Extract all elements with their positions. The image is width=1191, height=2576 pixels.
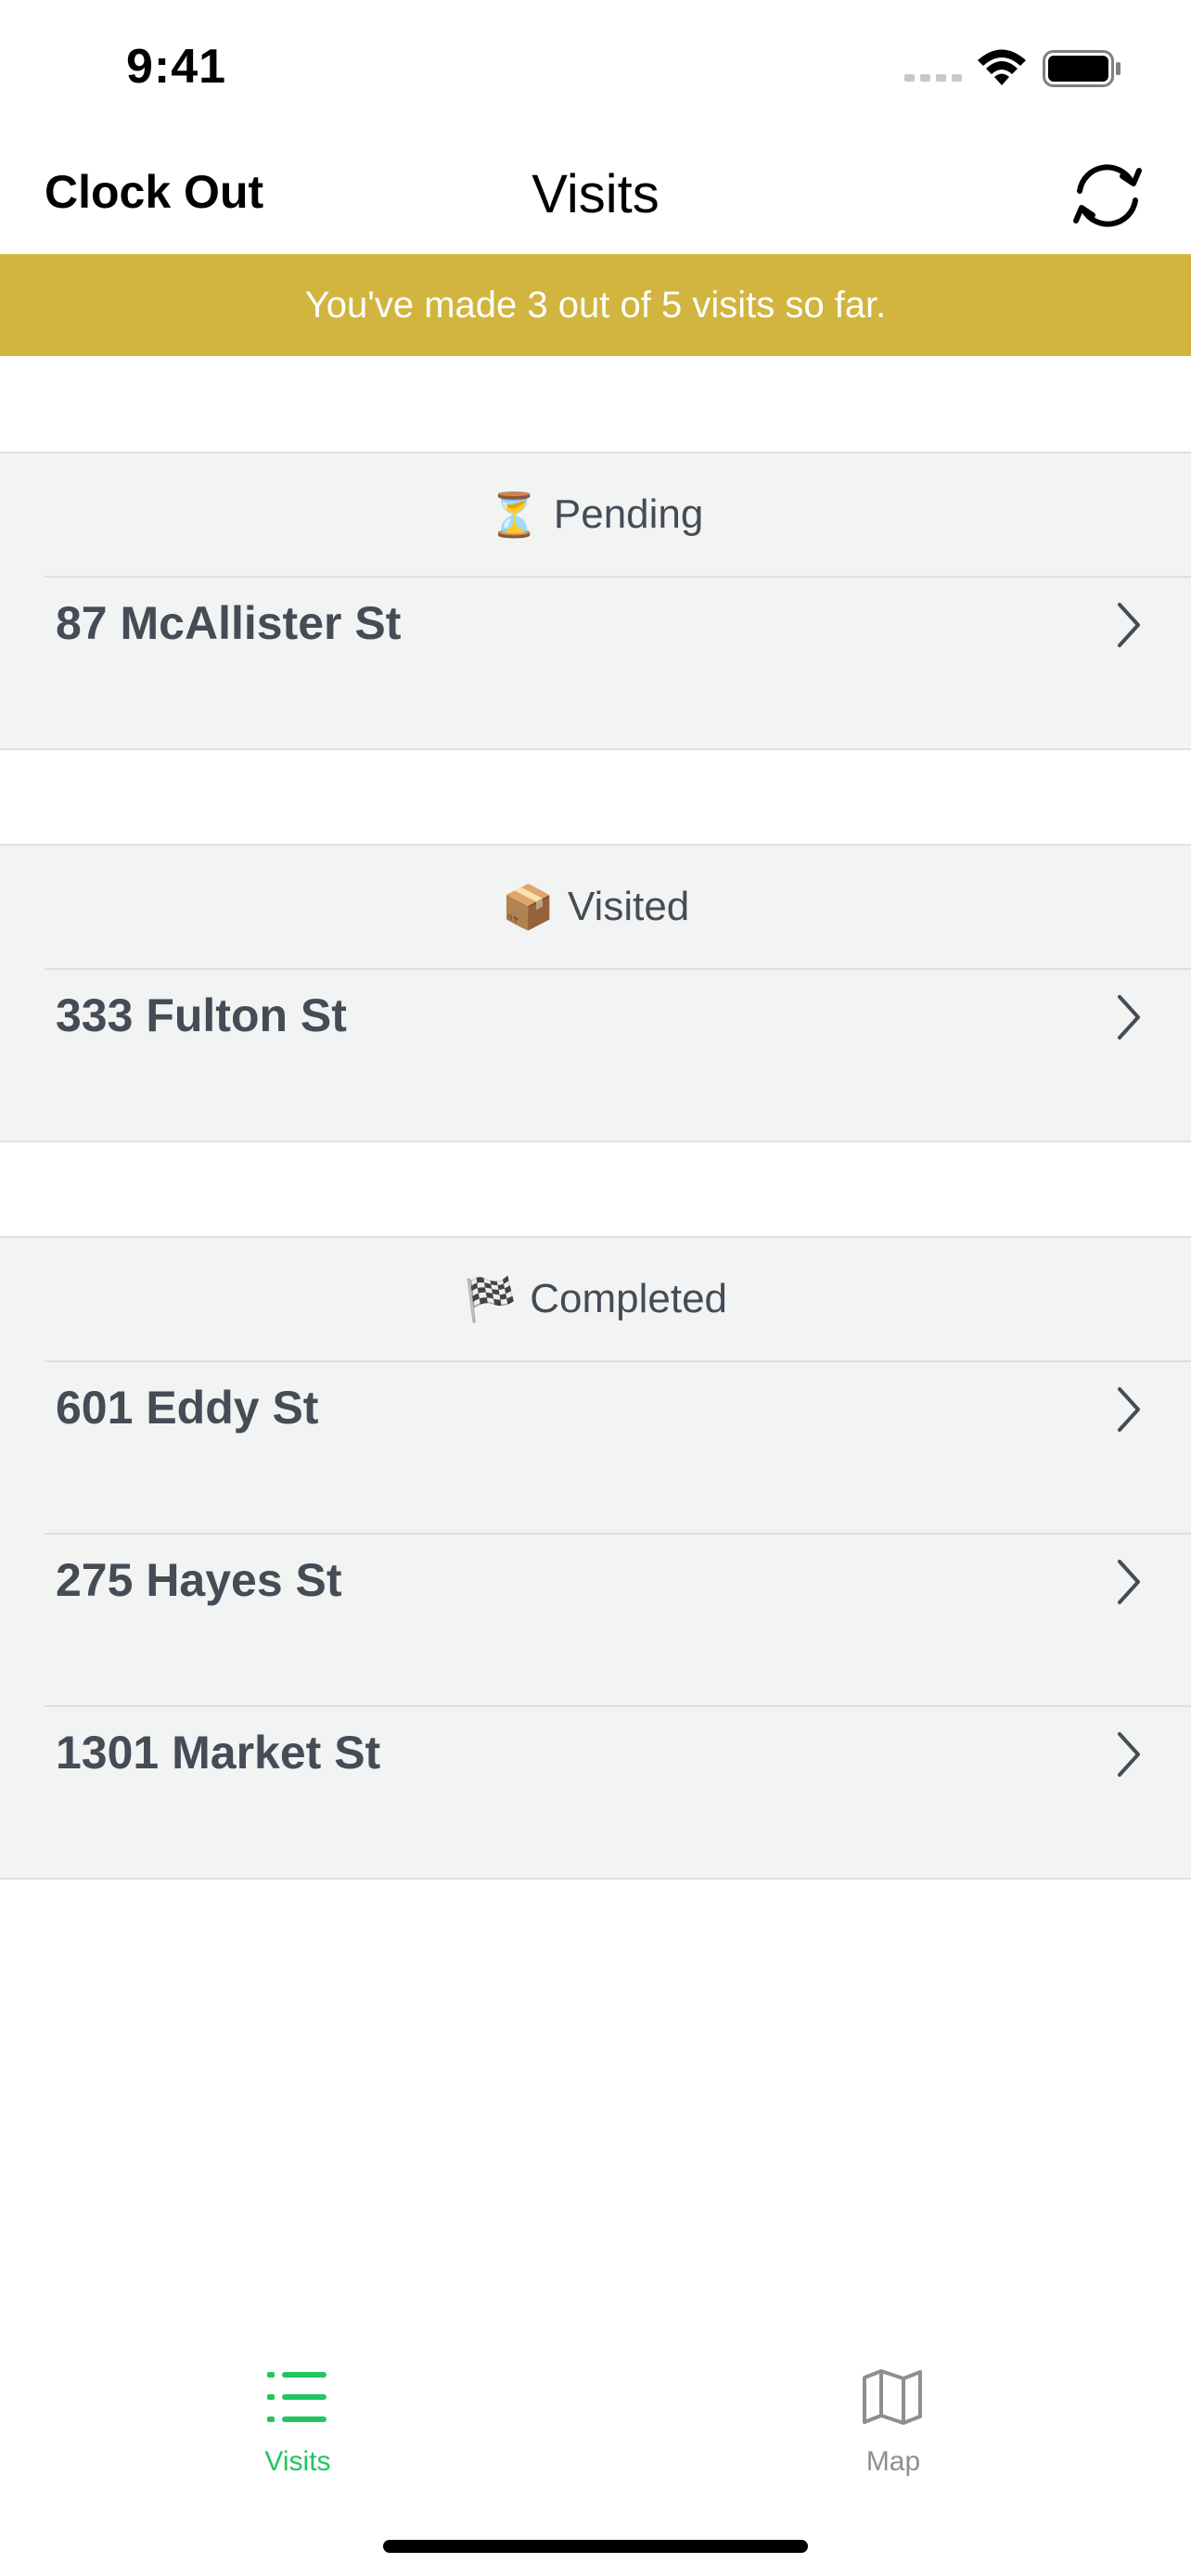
- section-completed: 🏁 Completed 601 Eddy St 275 Hayes St 1301…: [0, 1236, 1191, 1880]
- section-header-completed: 🏁 Completed: [0, 1238, 1191, 1360]
- chevron-right-icon: [1118, 1387, 1140, 1432]
- cellular-signal-icon: [904, 74, 962, 82]
- list-icon: [267, 2372, 327, 2422]
- chevron-right-icon: [1118, 1560, 1140, 1604]
- tab-label-map: Map: [865, 2446, 921, 2477]
- chevron-right-icon: [1118, 1732, 1140, 1777]
- list-item[interactable]: 275 Hayes St: [45, 1533, 1191, 1705]
- checkered-flag-icon: 🏁: [463, 1275, 518, 1323]
- status-time: 9:41: [125, 40, 227, 94]
- sync-button[interactable]: [1063, 156, 1152, 236]
- status-bar: 9:41: [0, 0, 1191, 130]
- package-icon: 📦: [501, 883, 555, 931]
- address-label: 1301 Market St: [56, 1727, 381, 1779]
- address-label: 87 McAllister St: [56, 597, 402, 649]
- wifi-icon: [978, 49, 1026, 85]
- tab-visits[interactable]: Visits: [0, 2309, 596, 2494]
- sync-icon: [1073, 164, 1142, 227]
- list-item[interactable]: 87 McAllister St: [45, 576, 1191, 748]
- clock-out-button[interactable]: Clock Out: [45, 165, 263, 219]
- tab-label-visits: Visits: [264, 2446, 331, 2477]
- section-title: Completed: [530, 1276, 728, 1321]
- address-label: 601 Eddy St: [56, 1382, 319, 1434]
- map-icon: [863, 2369, 922, 2425]
- tab-map[interactable]: Map: [596, 2309, 1191, 2494]
- chevron-right-icon: [1118, 603, 1140, 647]
- list-item[interactable]: 333 Fulton St: [45, 968, 1191, 1141]
- section-visited: 📦 Visited 333 Fulton St: [0, 844, 1191, 1142]
- section-pending: ⏳ Pending 87 McAllister St: [0, 452, 1191, 750]
- home-indicator: [383, 2540, 808, 2553]
- tab-bar: Visits Map: [0, 2309, 1191, 2576]
- battery-icon: [1043, 50, 1121, 87]
- section-header-pending: ⏳ Pending: [0, 453, 1191, 576]
- section-header-visited: 📦 Visited: [0, 846, 1191, 968]
- hourglass-icon: ⏳: [487, 491, 541, 539]
- chevron-right-icon: [1118, 995, 1140, 1039]
- list-item[interactable]: 601 Eddy St: [45, 1360, 1191, 1533]
- section-title: Visited: [568, 884, 690, 929]
- address-label: 275 Hayes St: [56, 1554, 342, 1606]
- address-label: 333 Fulton St: [56, 989, 347, 1041]
- navigation-bar: Visits Clock Out: [0, 130, 1191, 254]
- section-title: Pending: [553, 491, 704, 537]
- progress-banner: You've made 3 out of 5 visits so far.: [0, 254, 1191, 356]
- list-item[interactable]: 1301 Market St: [45, 1705, 1191, 1878]
